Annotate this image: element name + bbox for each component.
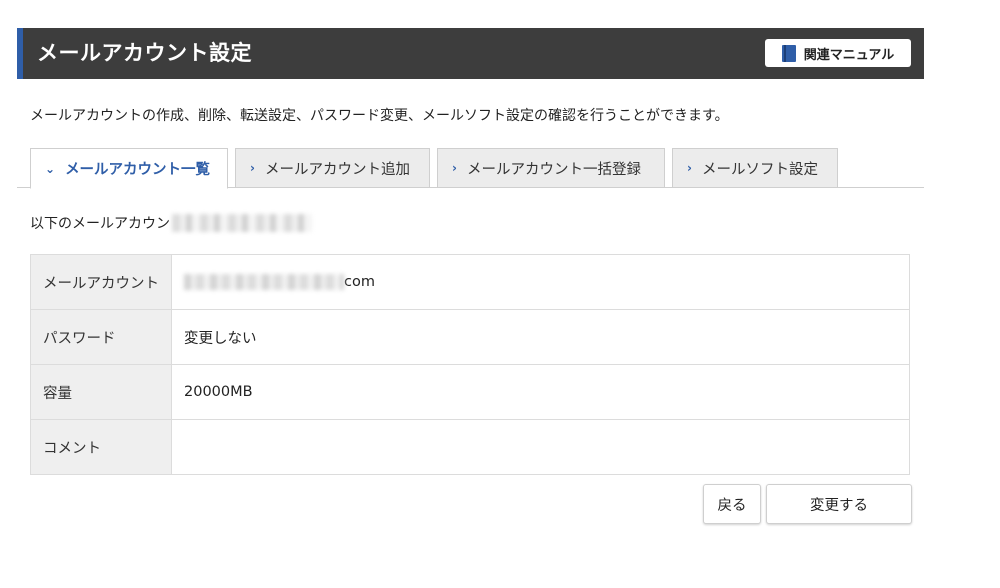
page-header: メールアカウント設定 関連マニュアル	[17, 28, 924, 79]
row-label: メールアカウント	[30, 254, 172, 310]
email-account-value: com	[171, 254, 910, 310]
tab-label: メールアカウント一覧	[65, 162, 211, 178]
redacted-text	[172, 214, 312, 232]
row-label: パスワード	[30, 309, 172, 365]
table-row: パスワード 変更しない	[30, 309, 910, 365]
tab-label: メールソフト設定	[701, 161, 818, 178]
tab-mail-software-settings[interactable]: › メールソフト設定	[672, 148, 838, 188]
row-label: コメント	[30, 419, 172, 475]
capacity-value: 20000MB	[171, 364, 910, 420]
chevron-down-icon: ⌄	[45, 161, 56, 176]
intro-label: 以下のメールアカウン	[30, 216, 170, 232]
password-value: 変更しない	[171, 309, 910, 365]
table-row: 容量 20000MB	[30, 364, 910, 420]
page-title: メールアカウント設定	[37, 41, 252, 65]
related-manual-label: 関連マニュアル	[803, 47, 895, 63]
tab-account-bulk-register[interactable]: › メールアカウント一括登録	[437, 148, 665, 188]
intro-text: 以下のメールアカウン	[30, 213, 312, 233]
tab-label: メールアカウント追加	[264, 161, 410, 178]
page-description: メールアカウントの作成、削除、転送設定、パスワード変更、メールソフト設定の確認を…	[30, 108, 729, 124]
chevron-right-icon: ›	[250, 161, 255, 175]
related-manual-button[interactable]: 関連マニュアル	[765, 39, 911, 67]
email-domain-suffix: com	[344, 274, 375, 290]
comment-value	[171, 419, 910, 475]
row-label: 容量	[30, 364, 172, 420]
table-row: コメント	[30, 419, 910, 475]
account-form-table: メールアカウント com パスワード 変更しない 容量 20000MB コメント	[30, 254, 910, 475]
back-button[interactable]: 戻る	[703, 484, 761, 524]
tab-label: メールアカウント一括登録	[466, 161, 641, 178]
book-icon	[781, 44, 796, 62]
chevron-right-icon: ›	[452, 161, 457, 175]
table-row: メールアカウント com	[30, 254, 910, 310]
tab-account-add[interactable]: › メールアカウント追加	[235, 148, 430, 188]
chevron-right-icon: ›	[687, 161, 692, 175]
redacted-email	[184, 274, 344, 290]
tab-account-list[interactable]: ⌄ メールアカウント一覧	[30, 148, 228, 189]
submit-change-button[interactable]: 変更する	[766, 484, 912, 524]
